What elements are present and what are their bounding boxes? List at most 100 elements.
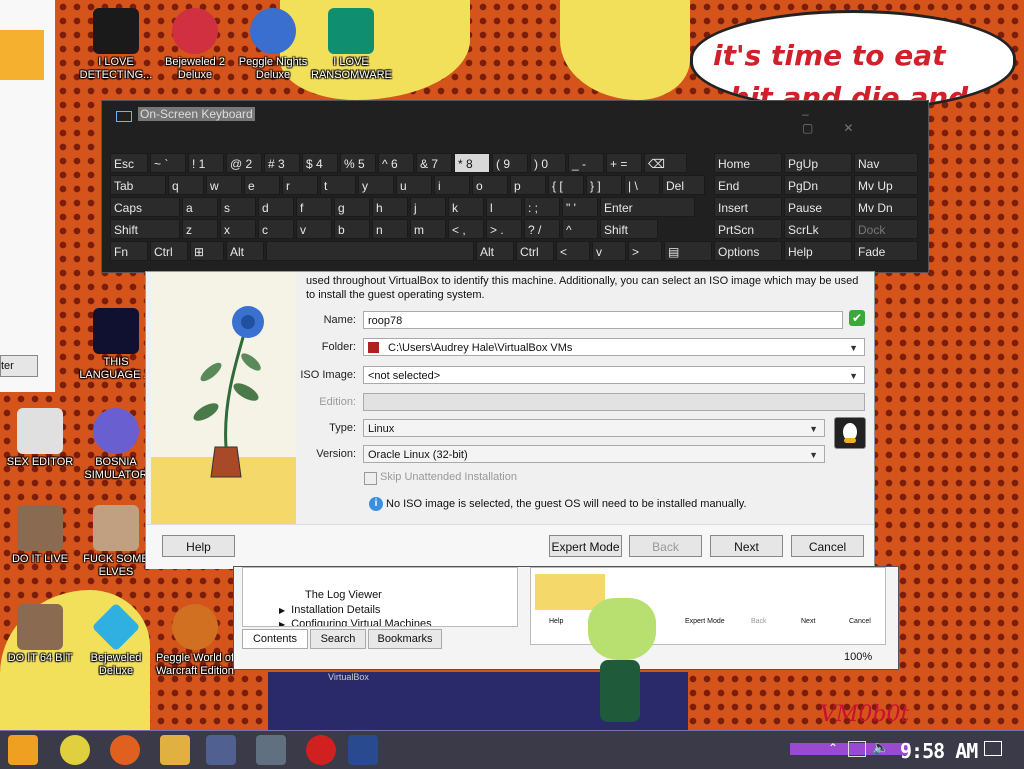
desktop-icon-do-it-64[interactable]: DO IT 64 BIT [0,604,80,665]
osk-key[interactable]: i [434,175,470,195]
volume-icon[interactable]: 🔈 [872,739,889,756]
desktop-icon-peggle-nights[interactable]: Peggle Nights Deluxe [233,8,313,82]
osk-key[interactable]: h [372,197,408,217]
version-select[interactable]: Oracle Linux (32-bit) ▼ [363,445,825,463]
osk-key[interactable]: { [ [548,175,584,195]
osk-key[interactable]: * 8 [454,153,490,173]
osk-key[interactable]: t [320,175,356,195]
desktop-icon-do-it-live[interactable]: DO IT LIVE [0,505,80,566]
osk-key[interactable]: ( 9 [492,153,528,173]
osk-key[interactable]: + = [606,153,642,173]
osk-key[interactable]: > [628,241,662,261]
tree-item[interactable]: ▶ Configuring Virtual Machines [279,618,432,626]
osk-key[interactable]: b [334,219,370,239]
control-panel-icon[interactable] [256,735,286,765]
desktop-icon-elves[interactable]: FUCK SOME ELVES [76,505,156,579]
osk-key[interactable]: @ 2 [226,153,262,173]
osk-key[interactable]: c [258,219,294,239]
osk-key[interactable]: > . [486,219,522,239]
type-select[interactable]: Linux ▼ [363,419,825,437]
osk-key[interactable]: Alt [476,241,514,261]
osk-key[interactable]: j [410,197,446,217]
osk-key[interactable]: a [182,197,218,217]
tray-chevron-icon[interactable]: ⌃ [828,741,838,755]
tab-contents[interactable]: Contents [242,629,308,649]
osk-key[interactable]: ? / [524,219,560,239]
osk-key[interactable]: Alt [226,241,264,261]
osk-key[interactable]: r [282,175,318,195]
tree-item[interactable]: The Log Viewer [305,589,382,601]
desktop-icon-bosnia[interactable]: BOSNIA SIMULATOR [76,408,156,482]
network-icon[interactable] [848,741,866,757]
taskbar-clock[interactable]: 9:58 AM [900,739,978,763]
osk-nav-key[interactable]: Nav [854,153,918,173]
next-button[interactable]: Next [710,535,783,557]
osk-key[interactable]: w [206,175,242,195]
osk-nav-key[interactable]: Options [714,241,782,261]
osk-nav-key[interactable]: Home [714,153,782,173]
desktop-icon-bejeweled[interactable]: Bejeweled Deluxe [76,602,156,678]
cancel-button[interactable]: Cancel [791,535,864,557]
network-app-icon[interactable] [206,735,236,765]
osk-nav-key[interactable]: End [714,175,782,195]
osk-nav-key[interactable]: Mv Dn [854,197,918,217]
desktop-icon-ransomware[interactable]: I LOVE RANSOMWARE [311,8,392,82]
osk-nav-key[interactable]: Insert [714,197,782,217]
osk-key[interactable]: ^ [562,219,598,239]
osk-key[interactable]: % 5 [340,153,376,173]
osk-key[interactable]: l [486,197,522,217]
iso-select[interactable]: <not selected> ▼ [363,366,865,384]
help-button[interactable]: Help [162,535,235,557]
osk-key[interactable]: # 3 [264,153,300,173]
osk-key[interactable] [266,241,474,261]
osk-key[interactable]: Ctrl [516,241,554,261]
osk-key[interactable]: u [396,175,432,195]
osk-nav-key[interactable]: Mv Up [854,175,918,195]
osk-nav-key[interactable]: PgDn [784,175,852,195]
desktop-icon-hxd[interactable]: SEX EDITOR [0,408,80,469]
osk-key[interactable]: v [296,219,332,239]
osk-key[interactable]: Tab [110,175,166,195]
osk-key[interactable]: ^ 6 [378,153,414,173]
osk-key[interactable]: m [410,219,446,239]
tab-bookmarks[interactable]: Bookmarks [368,629,442,649]
osk-key[interactable]: v [592,241,626,261]
osk-key[interactable]: q [168,175,204,195]
left-window-button[interactable]: ter [0,355,38,377]
explorer-icon[interactable] [160,735,190,765]
osk-key[interactable]: d [258,197,294,217]
osk-key[interactable]: ▤ [664,241,712,261]
osk-key[interactable]: y [358,175,394,195]
virtualbox-icon[interactable] [348,735,378,765]
osk-nav-key[interactable]: PrtScn [714,219,782,239]
osk-key[interactable]: $ 4 [302,153,338,173]
osk-key[interactable]: < [556,241,590,261]
name-input[interactable]: roop78 [363,311,843,329]
osk-key[interactable]: } ] [586,175,622,195]
osk-key[interactable]: ⊞ [190,241,224,261]
expert-mode-button[interactable]: Expert Mode [549,535,622,557]
osk-key[interactable]: k [448,197,484,217]
osk-key[interactable]: s [220,197,256,217]
start-icon[interactable] [8,735,38,765]
osk-key[interactable]: ! 1 [188,153,224,173]
osk-key[interactable]: ⌫ [644,153,687,173]
osk-key[interactable]: x [220,219,256,239]
osk-key[interactable]: Esc [110,153,148,173]
osk-nav-key[interactable]: Dock [854,219,918,239]
desktop-icon-this-language[interactable]: THIS LANGUAGE ... [76,308,156,382]
osk-key[interactable]: e [244,175,280,195]
osk-key[interactable]: : ; [524,197,560,217]
osk-key[interactable]: _ - [568,153,604,173]
osk-key[interactable]: ~ ` [150,153,186,173]
firefox-icon[interactable] [110,735,140,765]
osk-key[interactable]: Caps [110,197,180,217]
osk-key[interactable]: < , [448,219,484,239]
osk-key[interactable]: Del [662,175,705,195]
osk-nav-key[interactable]: PgUp [784,153,852,173]
osk-key[interactable]: Shift [110,219,180,239]
osk-key[interactable]: | \ [624,175,660,195]
osk-nav-key[interactable]: Help [784,241,852,261]
osk-key[interactable]: " ' [562,197,598,217]
tab-search[interactable]: Search [310,629,366,649]
